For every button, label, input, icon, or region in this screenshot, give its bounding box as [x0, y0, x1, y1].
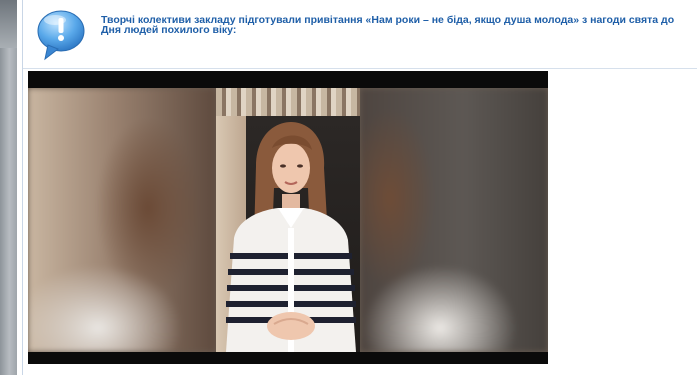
video-blurred-background-right [360, 88, 548, 352]
video-blurred-background-left [28, 88, 216, 352]
video-player[interactable] [28, 71, 548, 364]
post-title: Творчі колективи закладу підготували при… [101, 14, 675, 36]
presenter-figure [226, 122, 356, 352]
info-bubble-icon [37, 10, 85, 61]
post-header: Творчі колективи закладу підготували при… [23, 0, 697, 69]
video-frame [28, 88, 548, 352]
video-main-frame [216, 88, 360, 352]
news-post: Творчі колективи закладу підготували при… [22, 0, 697, 375]
page-side-strip [0, 0, 17, 375]
